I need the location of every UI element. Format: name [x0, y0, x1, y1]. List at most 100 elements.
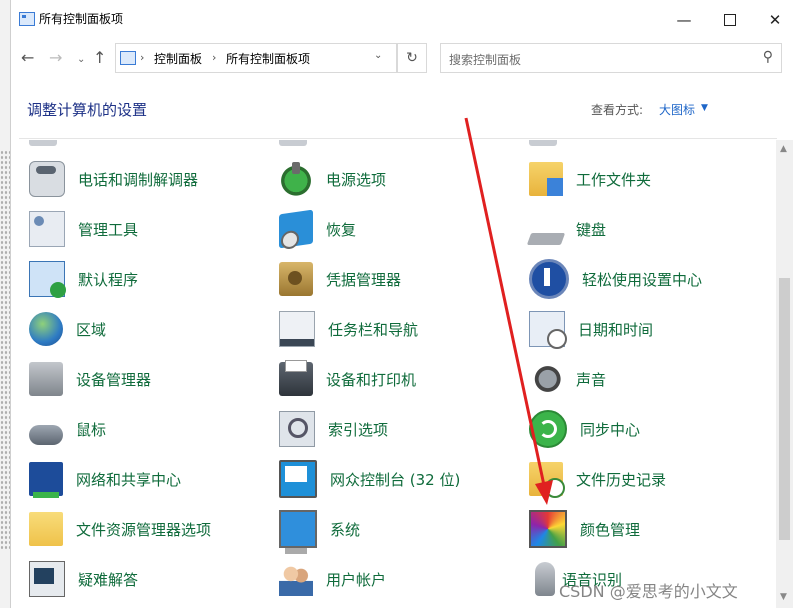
- panel-item-label: 文件历史记录: [576, 470, 667, 489]
- search-input[interactable]: 搜索控制面板 ⚲: [440, 43, 782, 73]
- keyboard-icon: [526, 233, 566, 245]
- panel-item-power-options[interactable]: 电源选项: [279, 159, 386, 199]
- control-panel-window: 所有控制面板项 — ✕ ← → ⌄ ↑ › 控制面板 › 所有控制面板项 ⌄ ↻…: [10, 0, 797, 608]
- recent-locations-button[interactable]: ⌄: [77, 54, 85, 65]
- devices-printers-icon: [279, 360, 313, 396]
- panel-item-label: 电源选项: [326, 170, 387, 189]
- breadcrumb-control-panel[interactable]: 控制面板: [154, 50, 202, 67]
- phone-modem-icon: [29, 161, 65, 197]
- ease-of-access-icon: [529, 259, 569, 299]
- close-button[interactable]: ✕: [755, 6, 795, 34]
- system-icon: [279, 510, 317, 554]
- vertical-scrollbar[interactable]: ▲ ▼: [776, 140, 793, 608]
- desktop-edge: [0, 0, 10, 608]
- panel-item-label: 疑难解答: [78, 570, 139, 589]
- network-sharing-icon: [29, 462, 63, 498]
- panel-item-troubleshooting[interactable]: 疑难解答: [29, 559, 138, 599]
- device-manager-icon: [29, 362, 63, 396]
- panel-item-device-manager[interactable]: 设备管理器: [29, 359, 151, 399]
- breadcrumb-separator[interactable]: ›: [140, 51, 144, 64]
- scroll-up-icon[interactable]: ▲: [780, 144, 787, 154]
- address-control-panel-icon: [120, 51, 136, 65]
- sound-icon: [529, 362, 563, 396]
- panel-item-date-time[interactable]: 日期和时间: [529, 309, 653, 349]
- desktop-texture: [0, 150, 10, 550]
- speech-recognition-icon: [535, 562, 555, 596]
- panel-item-sync-center[interactable]: 同步中心: [529, 409, 640, 449]
- panel-item-devices-printers[interactable]: 设备和打印机: [279, 359, 416, 399]
- panel-item-label: 恢复: [326, 220, 357, 239]
- admin-tools-icon: [29, 211, 65, 247]
- panel-item-explorer-options[interactable]: 文件资源管理器选项: [29, 509, 211, 549]
- panel-item-label: 鼠标: [76, 420, 107, 439]
- panel-item-network-sharing[interactable]: 网络和共享中心: [29, 459, 181, 499]
- indexing-options-icon: [279, 411, 315, 447]
- panel-item-work-folders[interactable]: 工作文件夹: [529, 159, 651, 199]
- breadcrumb-separator[interactable]: ›: [212, 51, 216, 64]
- panel-item-label: 同步中心: [580, 420, 641, 439]
- panel-item-system[interactable]: 系统: [279, 509, 360, 554]
- control-panel-icon: [19, 12, 35, 26]
- default-programs-icon: [29, 261, 66, 298]
- view-by-caret-icon[interactable]: ▼: [701, 103, 708, 113]
- panel-item-label: 区域: [76, 320, 107, 339]
- address-dropdown-icon[interactable]: ⌄: [374, 50, 382, 61]
- panel-item-credential-manager[interactable]: 凭据管理器: [279, 259, 401, 299]
- explorer-options-icon: [29, 512, 63, 546]
- panel-item-sound[interactable]: 声音: [529, 359, 606, 399]
- panel-item-label: 管理工具: [78, 220, 139, 239]
- panel-item-label: 日期和时间: [578, 320, 654, 339]
- maximize-button[interactable]: [710, 6, 750, 34]
- partial-item-icon: [29, 140, 57, 146]
- minimize-button[interactable]: —: [664, 6, 704, 34]
- panel-item-label: 颜色管理: [580, 520, 641, 539]
- panel-item-user-accounts[interactable]: 用户帐户: [279, 559, 386, 599]
- panel-item-label: 凭据管理器: [326, 270, 402, 289]
- search-placeholder: 搜索控制面板: [449, 53, 522, 67]
- up-button[interactable]: ↑: [93, 48, 106, 67]
- taskbar-icon: [279, 311, 315, 347]
- search-icon[interactable]: ⚲: [763, 49, 773, 65]
- panel-item-label: 文件资源管理器选项: [76, 520, 212, 539]
- panel-item-label: 默认程序: [78, 270, 139, 289]
- panel-item-file-history[interactable]: 文件历史记录: [529, 459, 666, 499]
- power-options-icon: [279, 162, 313, 196]
- date-time-icon: [529, 311, 567, 349]
- panel-item-phone-modem[interactable]: 电话和调制解调器: [29, 159, 198, 199]
- breadcrumb-all-items[interactable]: 所有控制面板项: [226, 50, 310, 67]
- address-bar[interactable]: › 控制面板 › 所有控制面板项 ⌄: [115, 43, 397, 73]
- panel-item-label: 键盘: [576, 220, 607, 239]
- credential-manager-icon: [279, 262, 313, 296]
- panel-item-color-management[interactable]: 颜色管理: [529, 509, 640, 549]
- watermark: CSDN @爱思考的小文文: [555, 578, 795, 602]
- panel-item-mouse[interactable]: 鼠标: [29, 409, 106, 449]
- panel-item-label: 设备和打印机: [326, 370, 417, 389]
- forward-button[interactable]: →: [49, 48, 62, 67]
- sync-center-icon: [529, 410, 567, 448]
- scroll-thumb[interactable]: [779, 278, 790, 540]
- file-history-icon: [529, 462, 565, 498]
- view-by-dropdown[interactable]: 大图标: [659, 101, 695, 118]
- scroll-down-icon[interactable]: ▼: [780, 592, 787, 602]
- window-title: 所有控制面板项: [39, 12, 124, 26]
- panel-item-admin-tools[interactable]: 管理工具: [29, 209, 138, 249]
- page-title: 调整计算机的设置: [27, 101, 148, 119]
- view-by-label: 查看方式:: [591, 103, 644, 117]
- panel-item-indexing-options[interactable]: 索引选项: [279, 409, 388, 449]
- title-bar: 所有控制面板项 — ✕: [11, 0, 797, 38]
- panel-item-keyboard[interactable]: 键盘: [526, 209, 607, 249]
- navigation-bar: ← → ⌄ ↑ › 控制面板 › 所有控制面板项 ⌄ ↻ 搜索控制面板 ⚲: [11, 40, 797, 74]
- panel-item-recovery[interactable]: 恢复: [279, 209, 356, 249]
- panel-item-region[interactable]: 区域: [29, 309, 106, 349]
- work-folders-icon: [529, 162, 563, 196]
- panel-item-default-programs[interactable]: 默认程序: [29, 259, 138, 299]
- panel-item-label: 工作文件夹: [576, 170, 652, 189]
- refresh-button[interactable]: ↻: [397, 43, 427, 73]
- back-button[interactable]: ←: [21, 48, 34, 67]
- panel-item-label: 网络和共享中心: [76, 470, 182, 489]
- mouse-icon: [29, 425, 63, 445]
- panel-item-console[interactable]: 网众控制台 (32 位): [279, 459, 460, 499]
- panel-item-ease-of-access[interactable]: 轻松使用设置中心: [529, 259, 702, 299]
- panel-item-label: 索引选项: [328, 420, 389, 439]
- panel-item-taskbar[interactable]: 任务栏和导航: [279, 309, 418, 349]
